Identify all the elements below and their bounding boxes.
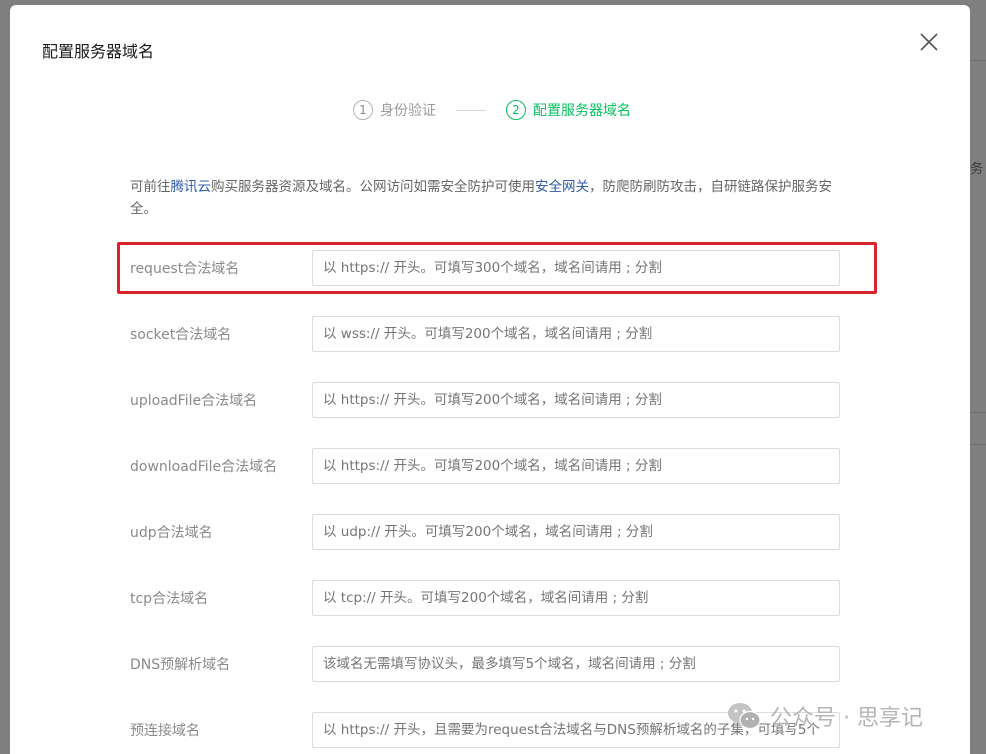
tencent-cloud-link[interactable]: 腾讯云 (171, 179, 212, 195)
description-text: 可前往腾讯云购买服务器资源及域名。公网访问如需安全防护可使用安全网关，防爬防刷防… (130, 176, 850, 220)
preconnect-domain-label: 预连接域名 (130, 723, 200, 739)
form-row-socket-domain: socket合法域名 (130, 316, 850, 352)
dns-prefetch-domain-input[interactable] (312, 646, 840, 682)
watermark-text: 公众号 · 思享记 (770, 706, 923, 731)
socket-domain-label: socket合法域名 (130, 327, 232, 343)
step-number: 2 (506, 100, 526, 120)
security-gateway-link[interactable]: 安全网关 (535, 179, 589, 195)
background-divider (968, 60, 986, 61)
background-text: 务 (970, 162, 984, 177)
dns-prefetch-domain-label: DNS预解析域名 (130, 657, 231, 673)
udp-domain-label: udp合法域名 (130, 525, 213, 541)
downloadfile-domain-input[interactable] (312, 448, 840, 484)
background-divider (968, 412, 986, 413)
form-row-udp-domain: udp合法域名 (130, 514, 850, 550)
background-divider (968, 444, 986, 445)
dialog-title: 配置服务器域名 (42, 42, 155, 61)
step-label: 身份验证 (380, 103, 436, 119)
socket-domain-input[interactable] (312, 316, 840, 352)
downloadfile-domain-label: downloadFile合法域名 (130, 459, 278, 475)
request-domain-input[interactable] (312, 250, 840, 286)
watermark: 公众号 · 思享记 (726, 700, 923, 732)
uploadfile-domain-input[interactable] (312, 382, 840, 418)
tcp-domain-input[interactable] (312, 580, 840, 616)
form-row-request-domain: request合法域名 (130, 250, 850, 286)
udp-domain-input[interactable] (312, 514, 840, 550)
uploadfile-domain-label: uploadFile合法域名 (130, 393, 258, 409)
step-divider (456, 110, 486, 111)
wechat-icon (728, 703, 761, 730)
request-domain-label: request合法域名 (130, 261, 240, 277)
step-identity-verification: 1 身份验证 (353, 100, 436, 120)
description-part: 购买服务器资源及域名。公网访问如需安全防护可使用 (211, 179, 535, 195)
form-row-downloadfile-domain: downloadFile合法域名 (130, 448, 850, 484)
step-number: 1 (353, 100, 373, 120)
tcp-domain-label: tcp合法域名 (130, 591, 209, 607)
step-indicator: 1 身份验证 2 配置服务器域名 (10, 100, 970, 124)
description-part: 可前往 (130, 179, 171, 195)
close-button[interactable] (916, 29, 942, 55)
form-row-dns-prefetch-domain: DNS预解析域名 (130, 646, 850, 682)
step-configure-domain: 2 配置服务器域名 (506, 100, 631, 120)
form-row-tcp-domain: tcp合法域名 (130, 580, 850, 616)
step-label: 配置服务器域名 (533, 103, 631, 119)
close-icon (920, 33, 938, 51)
configure-domain-dialog: 配置服务器域名 1 身份验证 2 配置服务器域名 可前往腾讯云购买服务器资源及域… (10, 5, 970, 754)
form-row-uploadfile-domain: uploadFile合法域名 (130, 382, 850, 418)
